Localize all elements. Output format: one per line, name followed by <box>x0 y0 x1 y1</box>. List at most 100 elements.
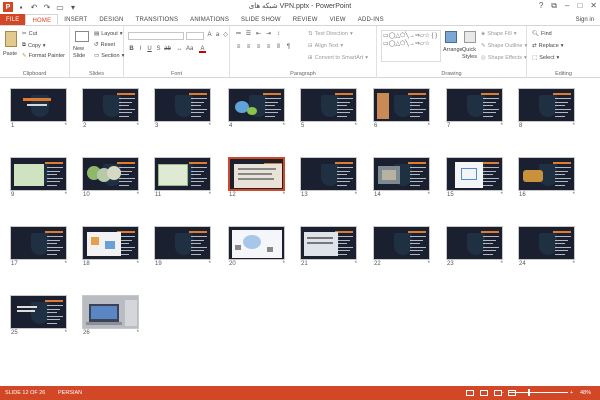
tab-home[interactable]: HOME <box>25 14 59 25</box>
slide-thumbnail[interactable]: 15 * <box>446 157 503 199</box>
ribbon-display-button[interactable]: ⧉ <box>551 1 557 11</box>
transition-indicator[interactable]: * <box>209 123 211 129</box>
align-right-icon[interactable]: ≡ <box>255 44 262 51</box>
bullets-icon[interactable]: ≔ <box>235 31 242 38</box>
zoom-level[interactable]: 48% <box>580 390 591 396</box>
slide-preview[interactable] <box>446 88 503 122</box>
transition-indicator[interactable]: * <box>65 123 67 129</box>
bold-icon[interactable]: B <box>128 46 135 53</box>
slide-thumbnail[interactable]: 14 * <box>373 157 430 199</box>
slide-thumbnail[interactable]: 5 * <box>300 88 357 130</box>
tab-add-ins[interactable]: ADD-INS <box>352 14 390 25</box>
arrange-icon[interactable] <box>445 31 457 43</box>
select-button[interactable]: ⬚ Select ▾ <box>532 55 559 61</box>
font-color-icon[interactable]: A <box>199 46 206 53</box>
transition-indicator[interactable]: * <box>501 192 503 198</box>
slide-preview[interactable] <box>373 88 430 122</box>
slide-thumbnail[interactable]: 3 * <box>154 88 211 130</box>
slide-preview[interactable] <box>10 295 67 329</box>
transition-indicator[interactable]: * <box>573 123 575 129</box>
zoom-slider-knob[interactable] <box>528 389 530 396</box>
strikethrough-icon[interactable]: ab <box>164 46 171 53</box>
cut-button[interactable]: ✂ Cut <box>22 31 37 37</box>
slide-preview[interactable] <box>82 157 139 191</box>
increase-font-icon[interactable]: A <box>206 32 213 39</box>
slide-preview[interactable] <box>300 88 357 122</box>
slide-thumbnail[interactable]: 4 * <box>228 88 285 130</box>
slide-preview[interactable] <box>300 226 357 260</box>
slide-thumbnail[interactable]: 21 * <box>300 226 357 268</box>
tab-transitions[interactable]: TRANSITIONS <box>130 14 185 25</box>
shape-effects-button[interactable]: ◎ Shape Effects ▾ <box>481 55 527 61</box>
slide-preview[interactable] <box>300 157 357 191</box>
transition-indicator[interactable]: * <box>428 192 430 198</box>
transition-indicator[interactable]: * <box>428 123 430 129</box>
numbering-icon[interactable]: ☰ <box>245 31 252 38</box>
char-spacing-icon[interactable]: ↔ <box>176 46 183 53</box>
slide-thumbnail[interactable]: 13 * <box>300 157 357 199</box>
clear-format-icon[interactable]: ◇ <box>222 32 229 39</box>
slide-thumbnail[interactable]: 10 * <box>82 157 139 199</box>
maximize-button[interactable]: □ <box>577 1 582 11</box>
slide-preview[interactable] <box>82 295 139 329</box>
replace-button[interactable]: ⇄ Replace ▾ <box>532 43 564 49</box>
font-name-select[interactable] <box>128 32 184 40</box>
slide-preview[interactable] <box>518 226 575 260</box>
transition-indicator[interactable]: * <box>283 261 285 267</box>
transition-indicator[interactable]: * <box>573 192 575 198</box>
transition-indicator[interactable]: * <box>501 261 503 267</box>
slide-preview[interactable] <box>373 226 430 260</box>
transition-indicator[interactable]: * <box>209 261 211 267</box>
shape-fill-button[interactable]: ◈ Shape Fill ▾ <box>481 31 516 37</box>
slide-preview[interactable] <box>154 226 211 260</box>
slide-preview[interactable] <box>518 88 575 122</box>
quick-styles-button[interactable]: Quick Styles <box>462 47 480 61</box>
slideshow-view-icon[interactable] <box>508 390 516 396</box>
slide-thumbnail[interactable]: 8 * <box>518 88 575 130</box>
minimize-button[interactable]: – <box>565 1 569 11</box>
tab-view[interactable]: VIEW <box>324 14 352 25</box>
font-size-select[interactable] <box>186 32 204 40</box>
slide-thumbnail[interactable]: 2 * <box>82 88 139 130</box>
transition-indicator[interactable]: * <box>355 261 357 267</box>
transition-indicator[interactable]: * <box>65 192 67 198</box>
paste-button[interactable]: Paste <box>3 51 17 57</box>
slide-thumbnail[interactable]: 9 * <box>10 157 67 199</box>
slide-preview[interactable] <box>154 88 211 122</box>
close-button[interactable]: ✕ <box>590 1 597 11</box>
slide-thumbnail[interactable]: 1 * <box>10 88 67 130</box>
transition-indicator[interactable]: * <box>355 192 357 198</box>
transition-indicator[interactable]: * <box>65 261 67 267</box>
slide-preview[interactable] <box>228 226 285 260</box>
zoom-out-button[interactable]: − <box>501 390 504 396</box>
align-text-button[interactable]: ⊟ Align Text ▾ <box>308 43 343 49</box>
normal-view-icon[interactable] <box>466 390 474 396</box>
transition-indicator[interactable]: * <box>355 123 357 129</box>
convert-smartart-button[interactable]: ⊞ Convert to SmartArt ▾ <box>308 55 368 61</box>
shadow-icon[interactable]: S <box>155 46 162 53</box>
new-slide-button[interactable]: New Slide <box>73 46 93 60</box>
slide-thumbnail[interactable]: 26 * <box>82 295 139 337</box>
text-direction-button[interactable]: ⇅ Text Direction ▾ <box>308 31 353 37</box>
arrange-button[interactable]: Arrange <box>443 47 463 53</box>
transition-indicator[interactable]: * <box>137 330 139 336</box>
slide-preview[interactable] <box>228 88 285 122</box>
transition-indicator[interactable]: * <box>137 192 139 198</box>
slide-thumbnail[interactable]: 25 * <box>10 295 67 337</box>
slide-sorter-view-icon[interactable] <box>480 390 488 396</box>
slide-thumbnail[interactable]: 12 * <box>228 157 285 199</box>
tab-slide-show[interactable]: SLIDE SHOW <box>235 14 287 25</box>
reset-button[interactable]: ↺ Reset <box>94 42 115 48</box>
transition-indicator[interactable]: * <box>428 261 430 267</box>
slide-thumbnail[interactable]: 11 * <box>154 157 211 199</box>
transition-indicator[interactable]: * <box>137 123 139 129</box>
align-center-icon[interactable]: ≡ <box>245 44 252 51</box>
transition-indicator[interactable]: * <box>65 330 67 336</box>
justify-icon[interactable]: ≡ <box>265 44 272 51</box>
transition-indicator[interactable]: * <box>137 261 139 267</box>
transition-indicator[interactable]: * <box>283 123 285 129</box>
section-button[interactable]: ▭ Section ▾ <box>94 53 124 59</box>
slide-thumbnail[interactable]: 22 * <box>373 226 430 268</box>
slide-preview[interactable] <box>82 226 139 260</box>
slide-preview[interactable] <box>446 226 503 260</box>
